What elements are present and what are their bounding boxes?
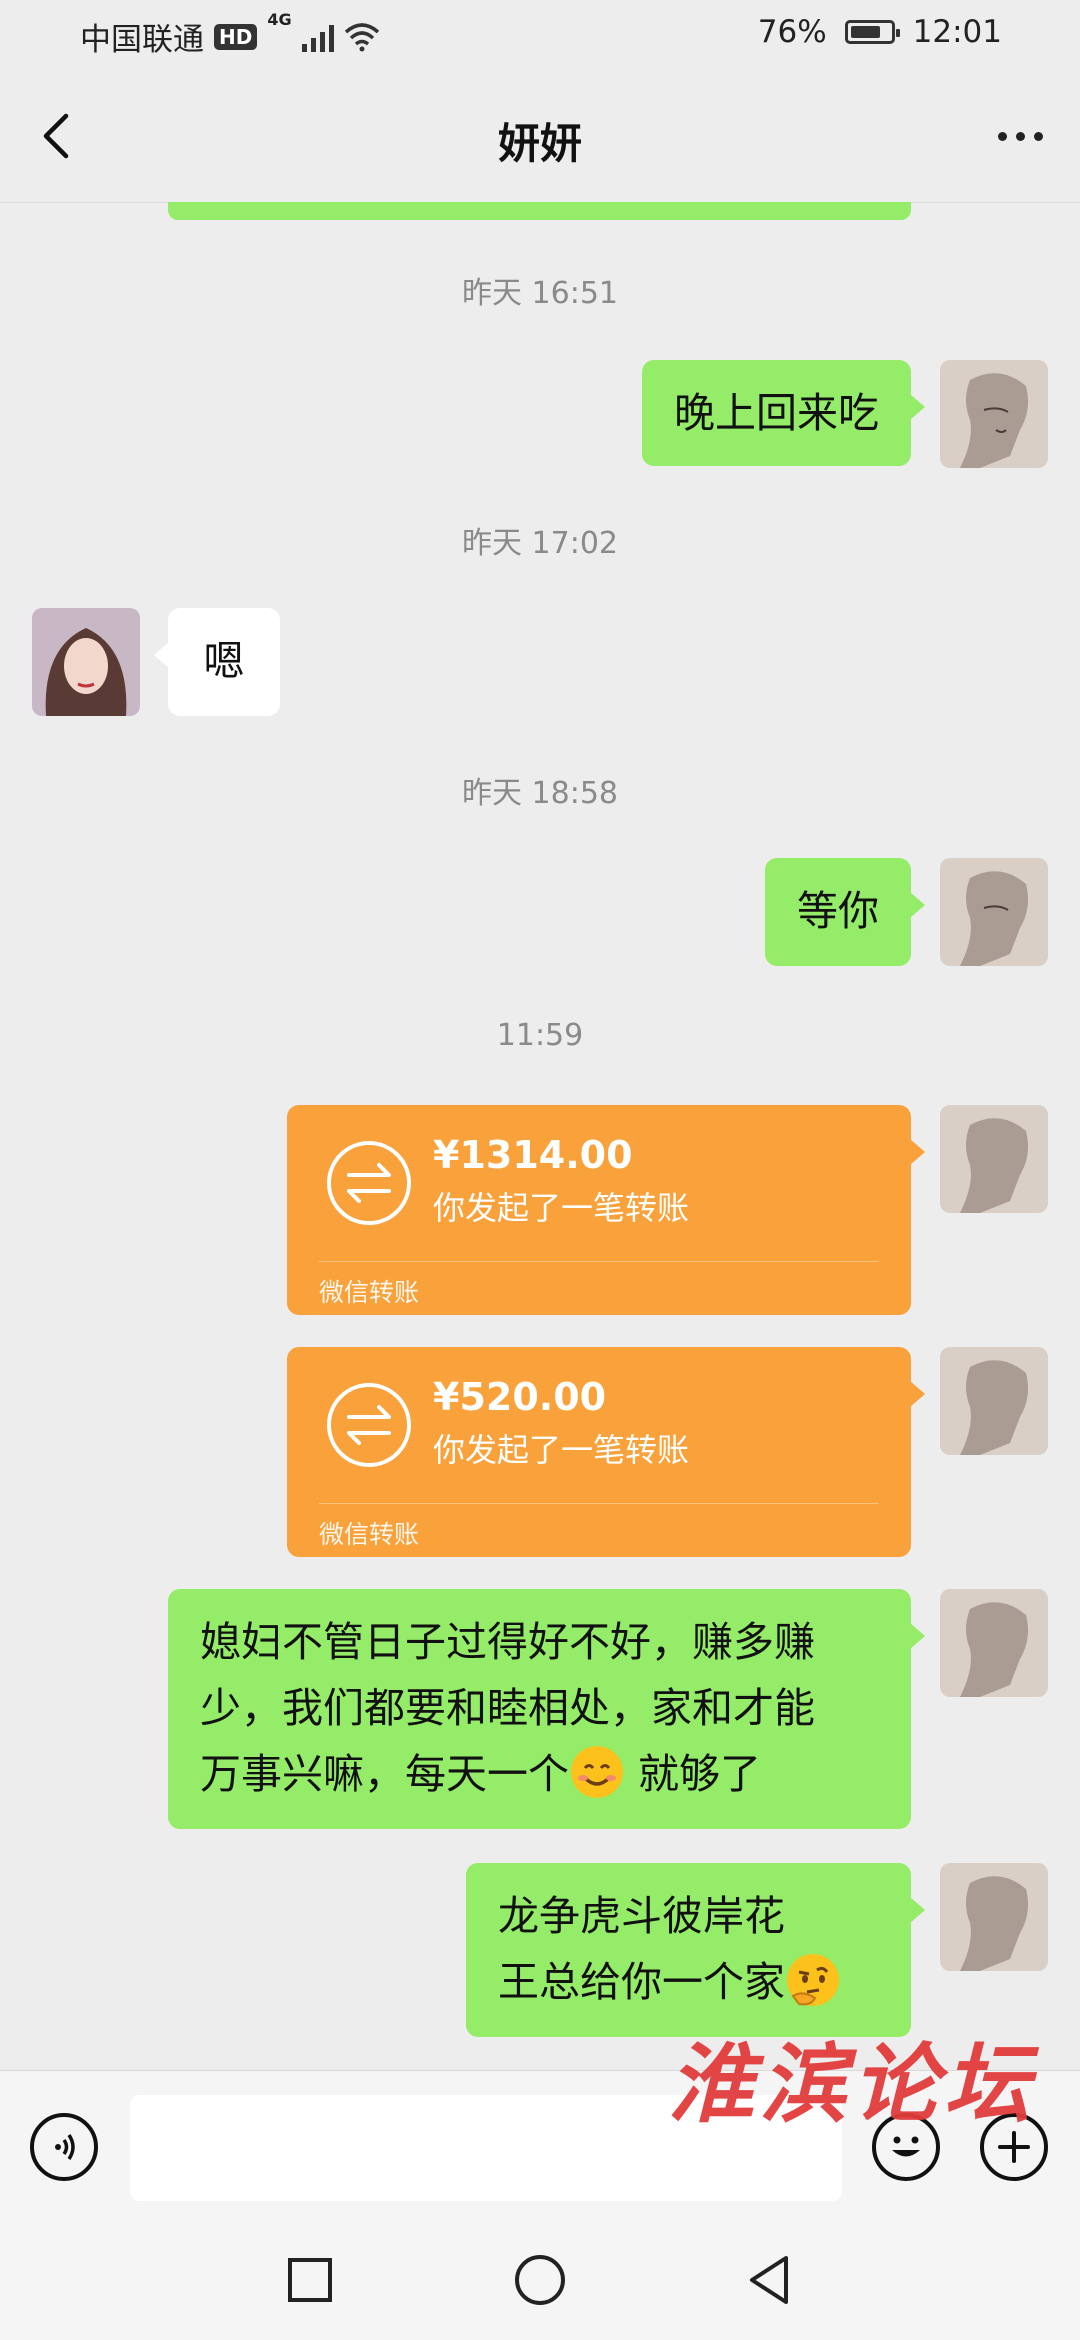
timestamp: 昨天 16:51 [462, 276, 618, 311]
message-bubble-sent[interactable]: 媳妇不管日子过得好不好，赚多赚 少，我们都要和睦相处，家和才能 万事兴嘛，每天一… [168, 1589, 925, 1829]
transfer-arrows-icon [327, 1383, 411, 1467]
message-bubble-sent[interactable]: 等你 [765, 858, 925, 966]
transfer-arrows-icon [327, 1141, 411, 1225]
message-line: 万事兴嘛，每天一个 就够了 [200, 1741, 879, 1807]
transfer-amount: ¥520.00 [433, 1375, 607, 1419]
message-line: 媳妇不管日子过得好不好，赚多赚 [200, 1618, 815, 1666]
message-bubble-received[interactable]: 嗯 [154, 608, 280, 716]
hd-badge: HD [214, 23, 258, 50]
triangle-back-icon[interactable] [740, 2250, 800, 2310]
contact-avatar[interactable] [32, 608, 140, 716]
forum-watermark: 淮滨论坛 [668, 2034, 1036, 2135]
clock: 12:01 [912, 14, 1002, 50]
message-bubble-sent[interactable]: 晚上回来吃 [642, 360, 925, 466]
my-avatar[interactable] [940, 1863, 1048, 1971]
chat-title: 妍妍 [497, 119, 582, 168]
my-avatar[interactable] [940, 1347, 1048, 1455]
divider [319, 1261, 879, 1262]
thinking-face-emoji [787, 1954, 839, 2006]
status-left: 中国联通 HD 4G [80, 10, 380, 59]
my-avatar[interactable] [940, 360, 1048, 468]
transfer-footer: 微信转账 [319, 1520, 420, 1549]
timestamp: 昨天 18:58 [462, 776, 618, 811]
message-text: 等你 [797, 887, 879, 935]
smiling-face-emoji [571, 1746, 623, 1798]
transfer-card[interactable]: ¥1314.00 你发起了一笔转账 微信转账 [287, 1105, 925, 1315]
chat-header: 妍妍 [0, 72, 1080, 203]
status-bar: 中国联通 HD 4G 76% 12:01 [0, 0, 1080, 72]
voice-icon[interactable] [30, 2113, 98, 2181]
network-type: 4G [267, 10, 292, 29]
message-text: 王总给你一个家 [498, 1958, 785, 2006]
message-text: 晚上回来吃 [674, 389, 879, 437]
timestamp: 昨天 17:02 [462, 526, 618, 561]
partial-message-bubble [168, 202, 911, 220]
square-icon[interactable] [280, 2250, 340, 2310]
message-text: 万事兴嘛，每天一个 [200, 1750, 569, 1798]
my-avatar[interactable] [940, 1589, 1048, 1697]
transfer-card[interactable]: ¥520.00 你发起了一笔转账 微信转账 [287, 1347, 925, 1557]
divider [319, 1503, 879, 1504]
transfer-amount: ¥1314.00 [433, 1133, 633, 1177]
signal-icon [301, 22, 334, 52]
system-nav-bar [0, 2220, 1080, 2340]
message-bubble-sent[interactable]: 龙争虎斗彼岸花 王总给你一个家 [466, 1863, 925, 2037]
battery-percent: 76% [757, 14, 827, 50]
message-line: 少，我们都要和睦相处，家和才能 [200, 1684, 815, 1732]
message-text: 嗯 [203, 637, 245, 685]
my-avatar[interactable] [940, 1105, 1048, 1213]
circle-icon[interactable] [510, 2250, 570, 2310]
message-list[interactable]: 昨天 16:51 晚上回来吃 昨天 17:02 嗯 昨天 18:58 等你 11… [0, 202, 1080, 2070]
message-line: 王总给你一个家 [498, 1949, 879, 2015]
more-dots-icon[interactable] [980, 106, 1060, 166]
battery-icon [844, 20, 900, 44]
transfer-description: 你发起了一笔转账 [433, 1431, 690, 1469]
transfer-description: 你发起了一笔转账 [433, 1189, 690, 1227]
wifi-icon [344, 22, 379, 51]
transfer-footer: 微信转账 [319, 1278, 420, 1307]
carrier-name: 中国联通 [80, 22, 204, 58]
my-avatar[interactable] [940, 858, 1048, 966]
timestamp: 11:59 [496, 1018, 584, 1053]
status-right: 76% 12:01 [758, 14, 1002, 50]
message-line: 龙争虎斗彼岸花 [498, 1892, 785, 1940]
message-text: 就够了 [625, 1750, 762, 1798]
